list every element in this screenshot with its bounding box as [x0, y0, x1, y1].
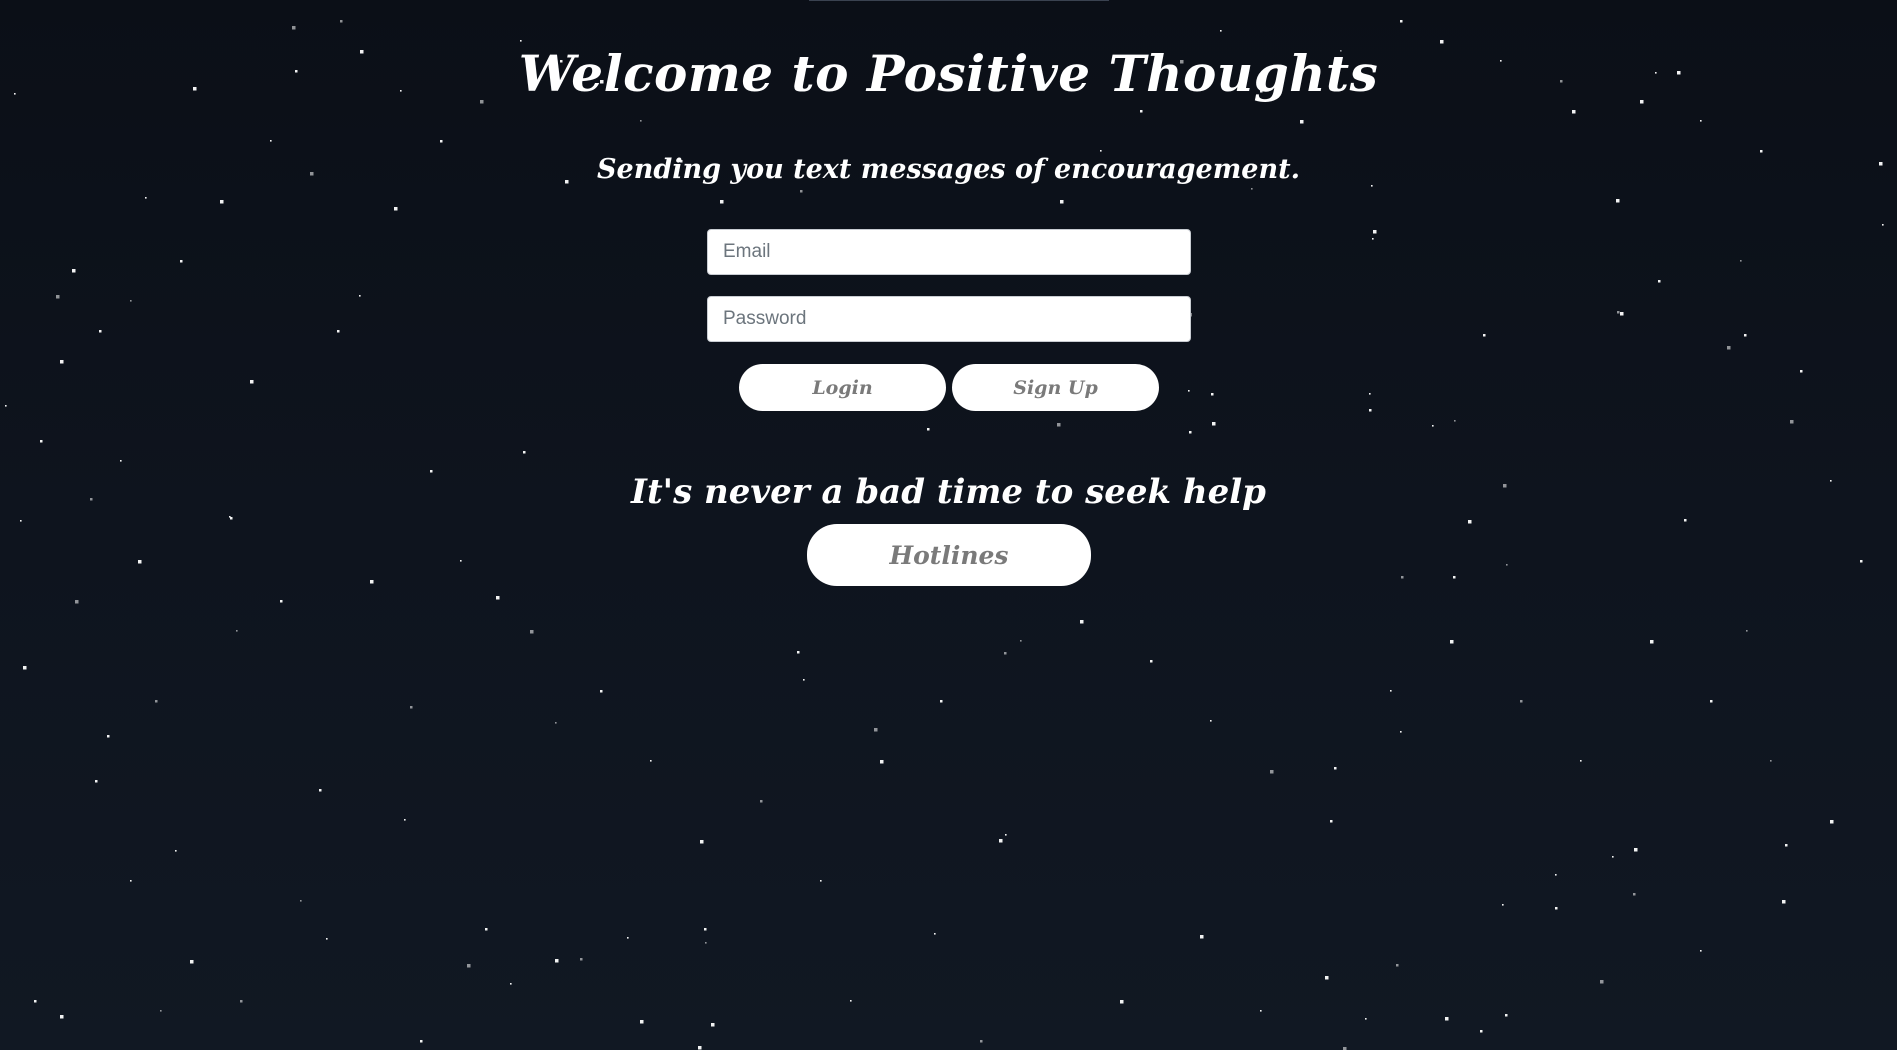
help-message: It's never a bad time to seek help [631, 472, 1266, 512]
email-field[interactable] [707, 229, 1191, 275]
page-title: Welcome to Positive Thoughts [518, 44, 1379, 103]
login-button[interactable]: Login [739, 364, 946, 411]
page-subtitle: Sending you text messages of encourageme… [597, 154, 1300, 185]
signup-button[interactable]: Sign Up [952, 364, 1159, 411]
hotlines-button[interactable]: Hotlines [807, 524, 1091, 586]
landing-page: Welcome to Positive Thoughts Sending you… [0, 0, 1897, 1050]
password-field[interactable] [707, 296, 1191, 342]
top-divider [809, 0, 1109, 1]
